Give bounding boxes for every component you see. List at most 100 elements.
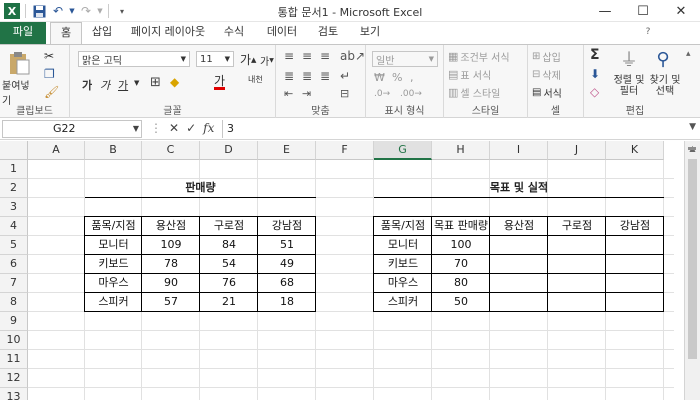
column-header-e[interactable]: E bbox=[258, 141, 316, 160]
row-header-1[interactable]: 1 bbox=[0, 160, 28, 179]
cancel-entry-icon[interactable]: ✕ bbox=[169, 121, 179, 135]
table2-cell[interactable]: 모니터 bbox=[374, 236, 432, 255]
table2-cell[interactable] bbox=[490, 274, 548, 293]
table1-cell[interactable]: 18 bbox=[258, 293, 316, 312]
decrease-decimal-icon[interactable]: .00→ bbox=[400, 89, 422, 99]
table2-header-cell[interactable]: 강남점 bbox=[606, 217, 664, 236]
table2-cell[interactable]: 70 bbox=[432, 255, 490, 274]
font-size-select[interactable]: 11 ▼ bbox=[196, 51, 234, 67]
align-left-icon[interactable]: ≣ bbox=[284, 69, 294, 83]
collapse-ribbon-icon[interactable]: ▴ bbox=[686, 49, 691, 59]
vertical-scrollbar[interactable]: ▲ bbox=[684, 141, 700, 400]
table1-header-cell[interactable]: 구로점 bbox=[200, 217, 258, 236]
font-name-select[interactable]: 맑은 고딕 ▼ bbox=[78, 51, 190, 67]
fill-color-icon[interactable]: ◆ bbox=[170, 75, 179, 89]
tab-review[interactable]: 검토 bbox=[312, 22, 344, 44]
binoculars-icon[interactable]: ⚲ bbox=[650, 47, 676, 71]
column-header-b[interactable]: B bbox=[85, 141, 142, 160]
table2-cell[interactable] bbox=[548, 255, 606, 274]
table1-cell[interactable]: 스피커 bbox=[85, 293, 142, 312]
insert-function-icon[interactable]: fx bbox=[203, 121, 214, 135]
table2-cell[interactable]: 80 bbox=[432, 274, 490, 293]
bottom-align-icon[interactable]: ≡ bbox=[320, 49, 330, 63]
table2-header-cell[interactable]: 목표 판매량 bbox=[432, 217, 490, 236]
column-header-a[interactable]: A bbox=[28, 141, 85, 160]
bold-button[interactable]: 가 bbox=[82, 77, 92, 93]
table2-cell[interactable]: 100 bbox=[432, 236, 490, 255]
row-header-12[interactable]: 12 bbox=[0, 369, 28, 388]
table2-cell[interactable] bbox=[548, 293, 606, 312]
tab-page-layout[interactable]: 페이지 레이아웃 bbox=[128, 22, 208, 44]
tab-file[interactable]: 파일 bbox=[0, 22, 46, 44]
table2-cell[interactable]: 스피커 bbox=[374, 293, 432, 312]
clear-icon[interactable]: ◇ bbox=[590, 85, 599, 99]
increase-decimal-icon[interactable]: .0→ bbox=[374, 89, 390, 99]
column-header-g[interactable]: G bbox=[374, 141, 432, 160]
phonetic-guide-button[interactable]: 내천 bbox=[248, 75, 270, 84]
find-select-button[interactable]: 찾기 및 선택 bbox=[648, 75, 682, 97]
shrink-font-button[interactable]: 가 ▼ bbox=[260, 53, 274, 68]
format-as-table-button[interactable]: ▤ 표 서식 bbox=[448, 67, 491, 82]
wrap-text-icon[interactable]: ↵ bbox=[340, 69, 350, 83]
format-cells-button[interactable]: ▤ 서식 bbox=[532, 85, 562, 100]
column-header-f[interactable]: F bbox=[316, 141, 374, 160]
table2-cell[interactable]: 키보드 bbox=[374, 255, 432, 274]
row-header-2[interactable]: 2 bbox=[0, 179, 28, 198]
table1-cell[interactable]: 21 bbox=[200, 293, 258, 312]
percent-icon[interactable]: % bbox=[392, 71, 402, 84]
minimize-button[interactable]: — bbox=[586, 0, 624, 22]
sort-filter-button[interactable]: 정렬 및 필터 bbox=[612, 75, 646, 97]
table2-cell[interactable] bbox=[606, 255, 664, 274]
delete-cells-button[interactable]: ⊟ 삭제 bbox=[532, 67, 561, 82]
row-header-3[interactable]: 3 bbox=[0, 198, 28, 217]
grow-font-button[interactable]: 가 ▲ bbox=[240, 51, 256, 68]
fill-icon[interactable]: ⬇ bbox=[590, 67, 600, 81]
table1-cell[interactable]: 78 bbox=[142, 255, 200, 274]
table1-cell[interactable]: 57 bbox=[142, 293, 200, 312]
number-format-select[interactable]: 일반 ▼ bbox=[372, 51, 438, 67]
tab-data[interactable]: 데이터 bbox=[262, 22, 302, 44]
expand-formula-bar-icon[interactable]: ▼ bbox=[689, 122, 696, 132]
scrollbar-thumb[interactable] bbox=[688, 159, 697, 359]
formula-options-icon[interactable]: ⋮ bbox=[150, 121, 162, 135]
table1-cell[interactable]: 모니터 bbox=[85, 236, 142, 255]
underline-button[interactable]: 가 bbox=[118, 77, 128, 93]
row-header-6[interactable]: 6 bbox=[0, 255, 28, 274]
table1-cell[interactable]: 54 bbox=[200, 255, 258, 274]
table1-cell[interactable]: 90 bbox=[142, 274, 200, 293]
insert-cells-button[interactable]: ⊞ 삽입 bbox=[532, 49, 561, 64]
column-header-i[interactable]: I bbox=[490, 141, 548, 160]
currency-icon[interactable]: ₩ bbox=[374, 71, 385, 84]
row-header-9[interactable]: 9 bbox=[0, 312, 28, 331]
close-button[interactable]: ✕ bbox=[662, 0, 700, 22]
formula-input[interactable]: 3 bbox=[222, 120, 682, 138]
table1-cell[interactable]: 68 bbox=[258, 274, 316, 293]
table2-cell[interactable]: 50 bbox=[432, 293, 490, 312]
table2-cell[interactable] bbox=[606, 236, 664, 255]
name-box[interactable]: G22 ▼ bbox=[2, 120, 142, 138]
merge-center-icon[interactable]: ⊟ bbox=[340, 87, 349, 100]
autosum-button[interactable]: Σ bbox=[590, 47, 600, 63]
table2-header-cell[interactable]: 용산점 bbox=[490, 217, 548, 236]
middle-align-icon[interactable]: ≡ bbox=[302, 49, 312, 63]
cell-styles-button[interactable]: ▥ 셀 스타일 bbox=[448, 85, 500, 100]
column-header-j[interactable]: J bbox=[548, 141, 606, 160]
table2-cell[interactable]: 마우스 bbox=[374, 274, 432, 293]
row-header-7[interactable]: 7 bbox=[0, 274, 28, 293]
table2-cell[interactable] bbox=[606, 274, 664, 293]
underline-dropdown-icon[interactable]: ▼ bbox=[134, 79, 139, 87]
table1-cell[interactable]: 76 bbox=[200, 274, 258, 293]
column-header-c[interactable]: C bbox=[142, 141, 200, 160]
table1-cell[interactable]: 109 bbox=[142, 236, 200, 255]
cut-icon[interactable]: ✂ bbox=[44, 49, 54, 63]
comma-style-icon[interactable]: , bbox=[410, 71, 414, 84]
top-align-icon[interactable]: ≡ bbox=[284, 49, 294, 63]
row-header-4[interactable]: 4 bbox=[0, 217, 28, 236]
table2-header-cell[interactable]: 품목/지점 bbox=[374, 217, 432, 236]
font-color-button[interactable]: 가 bbox=[214, 75, 226, 90]
row-header-5[interactable]: 5 bbox=[0, 236, 28, 255]
borders-icon[interactable]: ⊞ bbox=[150, 75, 161, 90]
table2-cell[interactable] bbox=[490, 236, 548, 255]
column-header-h[interactable]: H bbox=[432, 141, 490, 160]
table1-header-cell[interactable]: 품목/지점 bbox=[85, 217, 142, 236]
